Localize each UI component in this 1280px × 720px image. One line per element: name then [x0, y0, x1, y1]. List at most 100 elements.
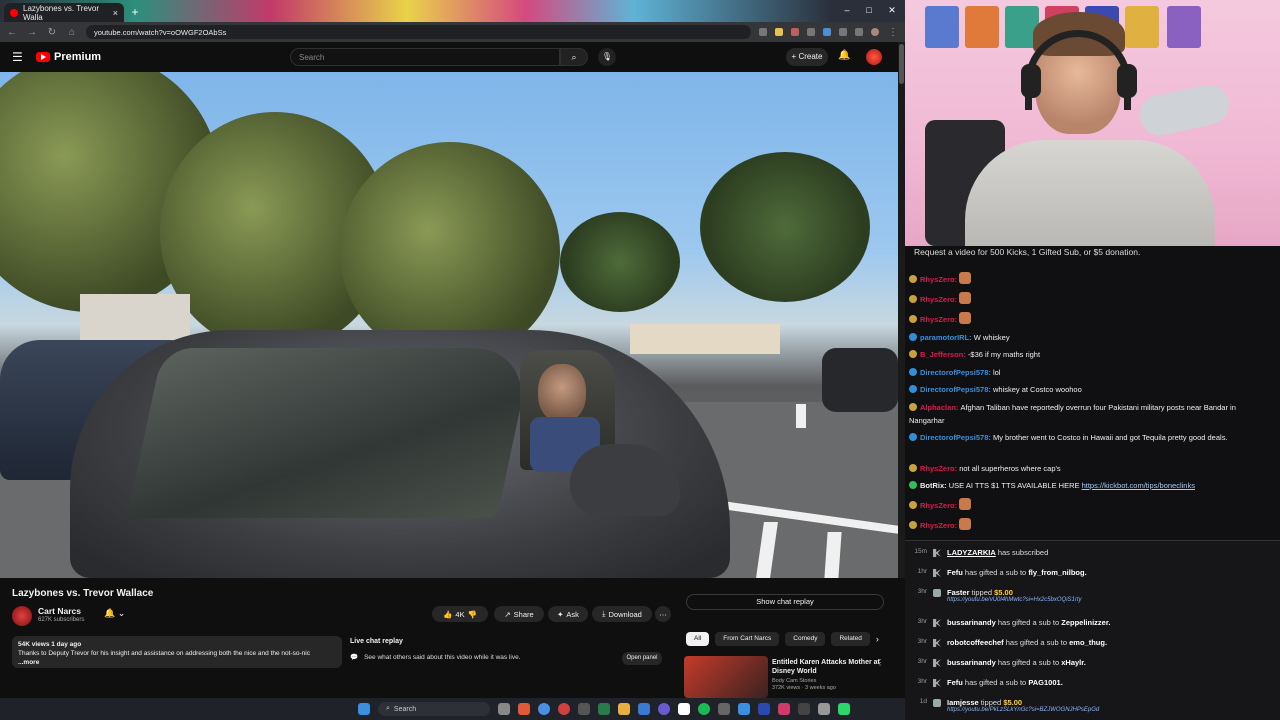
more-actions-button[interactable]: ⋯ [655, 606, 671, 622]
share-icon: ↗ [504, 609, 511, 619]
description-box[interactable]: 54K views 1 day ago Thanks to Deputy Tre… [12, 636, 342, 668]
microphone-icon[interactable]: 🎙 [598, 48, 616, 66]
chat-message: RhysZero: not all superheros where cap's [909, 462, 1273, 475]
open-panel-button[interactable]: Open panel [622, 652, 662, 665]
like-dislike-button[interactable]: 👍 4K 👎 [432, 606, 488, 622]
building [80, 294, 190, 344]
share-button[interactable]: ↗ Share [494, 606, 544, 622]
wall-poster [1125, 6, 1159, 48]
forward-icon[interactable]: → [26, 27, 38, 38]
ask-button[interactable]: ✦ Ask [548, 606, 588, 622]
chrome-icon[interactable] [538, 703, 550, 715]
app-icon[interactable] [838, 703, 850, 715]
video-player[interactable] [0, 72, 898, 578]
browser-tab-bar: Lazybones vs. Trevor Walla × + – □ ✕ [0, 0, 905, 22]
show-chat-replay-button[interactable]: Show chat replay [686, 594, 884, 610]
chat-username[interactable]: RhysZero: [920, 315, 959, 324]
chip-all[interactable]: All [686, 632, 710, 646]
os-taskbar: ⌕ Search [0, 698, 905, 720]
download-button[interactable]: ⤓ Download [592, 606, 652, 622]
live-chat-replay-text: See what others said about this video wh… [364, 653, 521, 661]
chat-username[interactable]: DirectorofPepsi578: [920, 385, 993, 394]
recommendation-thumbnail[interactable] [684, 656, 768, 698]
youtube-premium-logo[interactable]: Premium [36, 51, 101, 63]
reload-icon[interactable]: ↻ [46, 27, 58, 38]
chat-username[interactable]: DirectorofPepsi578: [920, 368, 993, 377]
palm-tree [700, 152, 870, 302]
close-window-button[interactable]: ✕ [883, 2, 901, 18]
chat-username[interactable]: DirectorofPepsi578: [920, 433, 993, 442]
back-icon[interactable]: ← [6, 27, 18, 38]
chat-username[interactable]: BotRix: [920, 481, 949, 490]
app-icon[interactable] [658, 703, 670, 715]
chat-emote-icon [959, 292, 972, 304]
headset-earcup [1021, 64, 1041, 98]
chat-username[interactable]: paramotorIRL: [920, 333, 974, 342]
extension-icon[interactable] [823, 28, 831, 36]
subscription-bell-icon[interactable]: 🔔 ⌄ [104, 608, 125, 619]
chat-username[interactable]: Alphaclan: [920, 403, 960, 412]
tip-message-link[interactable]: https://youtu.be/PkLzSLkYnGc?si=BZJWOGNJ… [947, 707, 1099, 713]
app-icon[interactable] [818, 703, 830, 715]
maximize-button[interactable]: □ [860, 2, 878, 18]
chat-message: DirectorofPepsi578: whiskey at Costco wo… [909, 383, 1273, 396]
chat-link[interactable]: https://kickbot.com/tips/boneclinks [1082, 481, 1195, 490]
app-icon[interactable] [798, 703, 810, 715]
home-icon[interactable]: ⌂ [66, 27, 78, 38]
scrollbar-thumb[interactable] [899, 44, 904, 84]
chat-username[interactable]: B_Jefferson: [920, 350, 968, 359]
spotify-icon[interactable] [698, 703, 710, 715]
chat-username[interactable]: RhysZero: [920, 464, 959, 473]
chat-username[interactable]: RhysZero: [920, 521, 959, 530]
minimize-button[interactable]: – [838, 2, 856, 18]
tab-close-icon[interactable]: × [113, 8, 118, 18]
app-icon[interactable] [718, 703, 730, 715]
extension-icon[interactable] [839, 28, 847, 36]
app-icon[interactable] [518, 703, 530, 715]
menu-kebab-icon[interactable]: ⋮ [887, 27, 899, 38]
browser-tab[interactable]: Lazybones vs. Trevor Walla × [4, 3, 124, 22]
chip-related[interactable]: Related [831, 632, 870, 646]
chat-text: W whiskey [973, 333, 1010, 342]
extension-icon[interactable] [759, 28, 767, 36]
bookmark-star-icon[interactable] [775, 28, 783, 36]
channel-name[interactable]: Cart Narcs [38, 606, 81, 616]
search-input[interactable]: Search [290, 48, 560, 66]
file-explorer-icon[interactable] [618, 703, 630, 715]
app-icon[interactable] [598, 703, 610, 715]
app-icon[interactable] [758, 703, 770, 715]
app-icon[interactable] [578, 703, 590, 715]
account-avatar[interactable] [866, 49, 882, 65]
extension-icon[interactable] [855, 28, 863, 36]
chip-from-channel[interactable]: From Cart Narcs [715, 632, 780, 646]
recommendation-title[interactable]: Entitled Karen Attacks Mother at Disney … [772, 658, 882, 676]
windows-start-icon[interactable] [358, 703, 370, 715]
tip-message-link[interactable]: https://youtu.be/vU0l4hMwtc?si=Hx2c5bxOQ… [947, 597, 1082, 603]
chevron-right-icon[interactable]: › [876, 632, 879, 646]
url-field[interactable]: youtube.com/watch?v=oOWGF2OAbSs [86, 25, 751, 39]
app-icon[interactable] [678, 703, 690, 715]
hamburger-menu-icon[interactable]: ☰ [12, 50, 23, 64]
channel-avatar[interactable] [12, 606, 32, 626]
app-icon[interactable] [558, 703, 570, 715]
description-more-link[interactable]: ...more [18, 658, 336, 667]
profile-icon[interactable] [871, 28, 879, 36]
chat-username[interactable]: RhysZero: [920, 275, 959, 284]
description-text: Thanks to Deputy Trevor for his insight … [18, 650, 310, 657]
search-button-icon[interactable]: ⌕ [560, 48, 588, 66]
new-tab-button[interactable]: + [127, 4, 143, 20]
notifications-bell-icon[interactable]: 🔔 [838, 50, 850, 61]
task-view-icon[interactable] [498, 703, 510, 715]
chat-username[interactable]: RhysZero: [920, 295, 959, 304]
extension-icon[interactable] [807, 28, 815, 36]
app-icon[interactable] [778, 703, 790, 715]
create-button[interactable]: + Create [786, 48, 828, 66]
app-icon[interactable] [638, 703, 650, 715]
extension-icon[interactable] [791, 28, 799, 36]
chat-username[interactable]: RhysZero: [920, 501, 959, 510]
taskbar-search[interactable]: ⌕ Search [378, 702, 490, 716]
app-icon[interactable] [738, 703, 750, 715]
recommendation-menu-icon[interactable]: ⋮ [876, 658, 884, 667]
chip-comedy[interactable]: Comedy [785, 632, 826, 646]
chat-badge-icon [909, 368, 917, 376]
